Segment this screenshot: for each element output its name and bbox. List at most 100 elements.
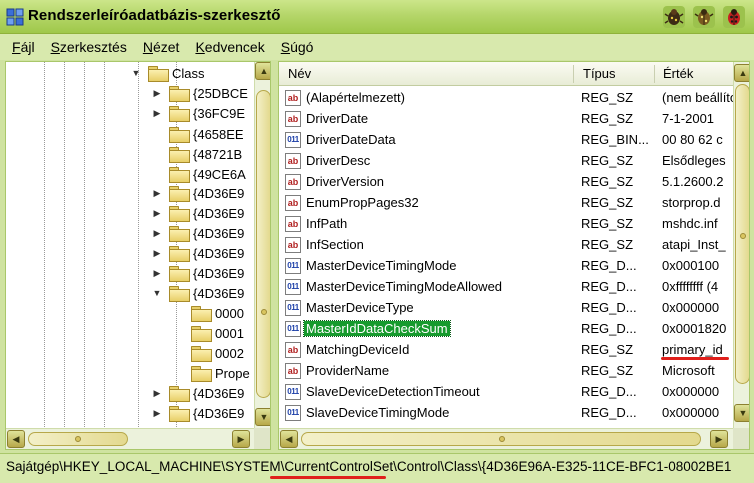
list-row[interactable]: ab EnumPropPages32 REG_SZ storprop.d [279, 193, 733, 214]
tree-item[interactable]: {4658EE [169, 124, 244, 144]
tree-item-label: {4D36E9 [193, 285, 245, 301]
list-row[interactable]: 011 MasterDeviceType REG_D... 0x000000 [279, 298, 733, 319]
scroll-left-button[interactable]: ◀ [7, 430, 25, 448]
scroll-thumb[interactable] [735, 84, 749, 384]
maximize-icon [694, 9, 714, 25]
tree-item[interactable]: ▶ {4D36E9 [151, 383, 244, 403]
column-divider[interactable] [654, 65, 655, 83]
menu-edit[interactable]: Szerkesztés [51, 39, 127, 55]
tree-item-label: {4D36E9 [193, 385, 245, 401]
tree-item[interactable]: {48721B [169, 144, 242, 164]
collapsed-arrow-icon[interactable]: ▶ [151, 227, 163, 239]
binary-value-icon: 011 [285, 384, 301, 400]
scroll-thumb[interactable] [256, 90, 270, 398]
list-row[interactable]: 011 SlaveDeviceDetectionTimeout REG_D... 0x… [279, 382, 733, 403]
scroll-left-button[interactable]: ◀ [280, 430, 298, 448]
list-row[interactable]: ab DriverDate REG_SZ 7-1-2001 [279, 109, 733, 130]
collapsed-arrow-icon[interactable]: ▶ [151, 247, 163, 259]
list-row[interactable]: ab DriverDesc REG_SZ Elsődleges [279, 151, 733, 172]
close-button[interactable] [723, 6, 745, 28]
column-header-name[interactable]: Név [288, 66, 311, 81]
tree-item[interactable]: ▶ {4D36E9 [151, 243, 244, 263]
scroll-down-button[interactable]: ▼ [255, 408, 270, 426]
folder-icon [169, 86, 190, 102]
menu-file[interactable]: Fájl [12, 39, 35, 55]
column-header-data[interactable]: Érték [663, 66, 693, 81]
registry-tree[interactable]: ▼ Class ▶ {25DBCE ▶ {36FC9E {4658EE {487… [5, 61, 271, 450]
list-row[interactable]: ab DriverVersion REG_SZ 5.1.2600.2 [279, 172, 733, 193]
value-name: MasterDeviceTimingModeAllowed [306, 279, 503, 294]
scroll-right-button[interactable]: ▶ [232, 430, 250, 448]
menu-view[interactable]: Nézet [143, 39, 180, 55]
scroll-down-button[interactable]: ▼ [734, 404, 749, 422]
collapsed-arrow-icon[interactable]: ▶ [151, 107, 163, 119]
binary-value-icon: 011 [285, 258, 301, 274]
tree-item-label: {4D36E9 [193, 245, 245, 261]
tree-item[interactable]: ▶ {4D36E9 [151, 263, 244, 283]
column-header-type[interactable]: Típus [583, 66, 616, 81]
tree-guide-line [138, 62, 139, 433]
value-type: REG_D... [581, 405, 637, 420]
tree-horizontal-scrollbar[interactable]: ◀ ▶ [6, 428, 254, 449]
tree-item[interactable]: {49CE6A [169, 164, 246, 184]
list-row[interactable]: ab ProviderName REG_SZ Microsoft [279, 361, 733, 382]
list-row-selected[interactable]: 011 MasterIdDataCheckSum REG_D... 0x0001820 [279, 319, 733, 340]
maximize-button[interactable] [693, 6, 715, 28]
expanded-arrow-icon[interactable]: ▼ [130, 67, 142, 79]
collapsed-arrow-icon[interactable]: ▶ [151, 187, 163, 199]
list-row[interactable]: 011 MasterDeviceTimingModeAllowed REG_D...… [279, 277, 733, 298]
registry-values-list[interactable]: Név Típus Érték ab (Alapértelmezett) REG_S… [278, 61, 750, 450]
tree-item[interactable]: 0001 [191, 323, 244, 343]
scroll-right-button[interactable]: ▶ [710, 430, 728, 448]
menu-favorites[interactable]: Kedvencek [195, 39, 264, 55]
tree-vertical-scrollbar[interactable]: ▲ ▼ [254, 62, 270, 434]
value-name: MasterDeviceType [306, 300, 414, 315]
folder-icon [169, 226, 190, 242]
collapsed-arrow-icon[interactable]: ▶ [151, 267, 163, 279]
tree-item-label: 0001 [215, 325, 244, 341]
string-value-icon: ab [285, 237, 301, 253]
tree-item[interactable]: ▶ {36FC9E [151, 103, 245, 123]
value-name: MatchingDeviceId [306, 342, 410, 357]
list-row[interactable]: 011 DriverDateData REG_BIN... 00 80 62 c [279, 130, 733, 151]
value-data: 00 80 62 c [662, 132, 723, 147]
tree-item[interactable]: ▶ {4D36E9 [151, 183, 244, 203]
tree-item[interactable]: ▶ {25DBCE [151, 83, 248, 103]
minimize-button[interactable] [663, 6, 685, 28]
menu-help[interactable]: Súgó [281, 39, 314, 55]
tree-item[interactable]: ▶ {4D36E9 [151, 203, 244, 223]
tree-item[interactable]: ▶ {4D36E9 [151, 403, 244, 423]
collapsed-arrow-icon[interactable]: ▶ [151, 407, 163, 419]
folder-icon [169, 106, 190, 122]
value-data: primary_id [662, 342, 723, 357]
tree-item[interactable]: 0000 [191, 303, 244, 323]
tree-item[interactable]: 0002 [191, 343, 244, 363]
title-bar[interactable]: Rendszerleíróadatbázis-szerkesztő [0, 0, 754, 34]
value-name: InfSection [306, 237, 364, 252]
scroll-thumb[interactable] [301, 432, 701, 446]
list-row[interactable]: ab InfSection REG_SZ atapi_Inst_ [279, 235, 733, 256]
value-name: SlaveDeviceTimingMode [306, 405, 450, 420]
tree-item-label: Prope [215, 365, 250, 381]
scroll-thumb[interactable] [28, 432, 128, 446]
collapsed-arrow-icon[interactable]: ▶ [151, 387, 163, 399]
scroll-up-button[interactable]: ▲ [734, 64, 749, 82]
value-type: REG_D... [581, 279, 637, 294]
list-row[interactable]: 011 MasterDeviceTimingMode REG_D... 0x00010… [279, 256, 733, 277]
collapsed-arrow-icon[interactable]: ▶ [151, 207, 163, 219]
tree-item[interactable]: ▶ {4D36E9 [151, 223, 244, 243]
list-row[interactable]: ab (Alapértelmezett) REG_SZ (nem beállított… [279, 88, 734, 109]
list-vertical-scrollbar[interactable]: ▲ ▼ [733, 62, 749, 428]
value-type: REG_SZ [581, 216, 634, 231]
list-row[interactable]: ab InfPath REG_SZ mshdc.inf [279, 214, 733, 235]
list-row[interactable]: 011 SlaveDeviceTimingMode REG_D... 0x000000 [279, 403, 733, 424]
list-horizontal-scrollbar[interactable]: ◀ ▶ [279, 428, 733, 449]
tree-item[interactable]: Prope [191, 363, 250, 383]
collapsed-arrow-icon[interactable]: ▶ [151, 87, 163, 99]
folder-icon [169, 206, 190, 222]
tree-item[interactable]: ▼ {4D36E9 [151, 283, 244, 303]
expanded-arrow-icon[interactable]: ▼ [151, 287, 163, 299]
tree-item-class[interactable]: ▼ Class [130, 63, 205, 83]
column-divider[interactable] [573, 65, 574, 83]
scroll-up-button[interactable]: ▲ [255, 62, 270, 80]
